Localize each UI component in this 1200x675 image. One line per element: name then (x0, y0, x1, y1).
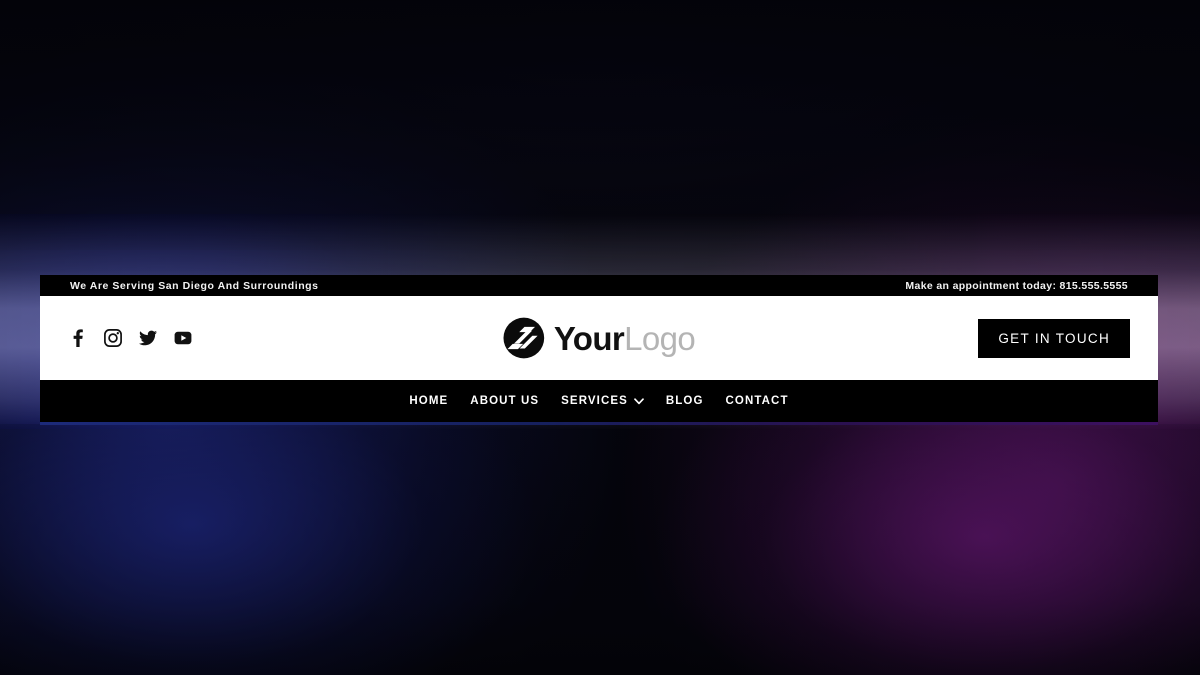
facebook-icon[interactable] (68, 328, 88, 348)
page-stage: We Are Serving San Diego And Surrounding… (0, 0, 1200, 675)
site-header: We Are Serving San Diego And Surrounding… (40, 275, 1158, 425)
get-in-touch-button[interactable]: GET IN TOUCH (978, 318, 1130, 358)
nav-item-label: BLOG (665, 395, 704, 407)
social-links (68, 328, 193, 348)
brand-logo[interactable]: YourLogo (503, 317, 696, 359)
top-utility-bar: We Are Serving San Diego And Surrounding… (40, 275, 1158, 296)
background-bottom-glow (0, 424, 1200, 675)
nav-item-label: ABOUT US (470, 395, 540, 407)
twitter-icon[interactable] (138, 328, 158, 348)
appointment-phone-text[interactable]: Make an appointment today: 815.555.5555 (905, 280, 1128, 292)
nav-item-label: HOME (409, 395, 449, 407)
instagram-icon[interactable] (103, 328, 123, 348)
nav-item-label: SERVICES (561, 395, 628, 407)
brand-name-light: Logo (624, 319, 696, 357)
nav-item-contact[interactable]: CONTACT (715, 395, 800, 407)
logo-mark-icon (503, 317, 545, 359)
header-main-bar: YourLogo GET IN TOUCH (40, 296, 1158, 380)
nav-item-about-us[interactable]: ABOUT US (459, 395, 550, 407)
nav-item-label: CONTACT (725, 395, 789, 407)
nav-item-services[interactable]: SERVICES (550, 395, 655, 407)
nav-item-home[interactable]: HOME (398, 395, 459, 407)
background-top-shade (0, 0, 1200, 250)
nav-item-blog[interactable]: BLOG (655, 395, 715, 407)
brand-name-bold: Your (553, 319, 625, 357)
header-bottom-accent (40, 422, 1158, 425)
brand-text: YourLogo (553, 319, 696, 357)
main-navigation: HOME ABOUT US SERVICES BLOG CONTACT (40, 380, 1158, 422)
youtube-icon[interactable] (173, 328, 193, 348)
chevron-down-icon (634, 397, 644, 405)
serving-area-text: We Are Serving San Diego And Surrounding… (70, 279, 319, 292)
